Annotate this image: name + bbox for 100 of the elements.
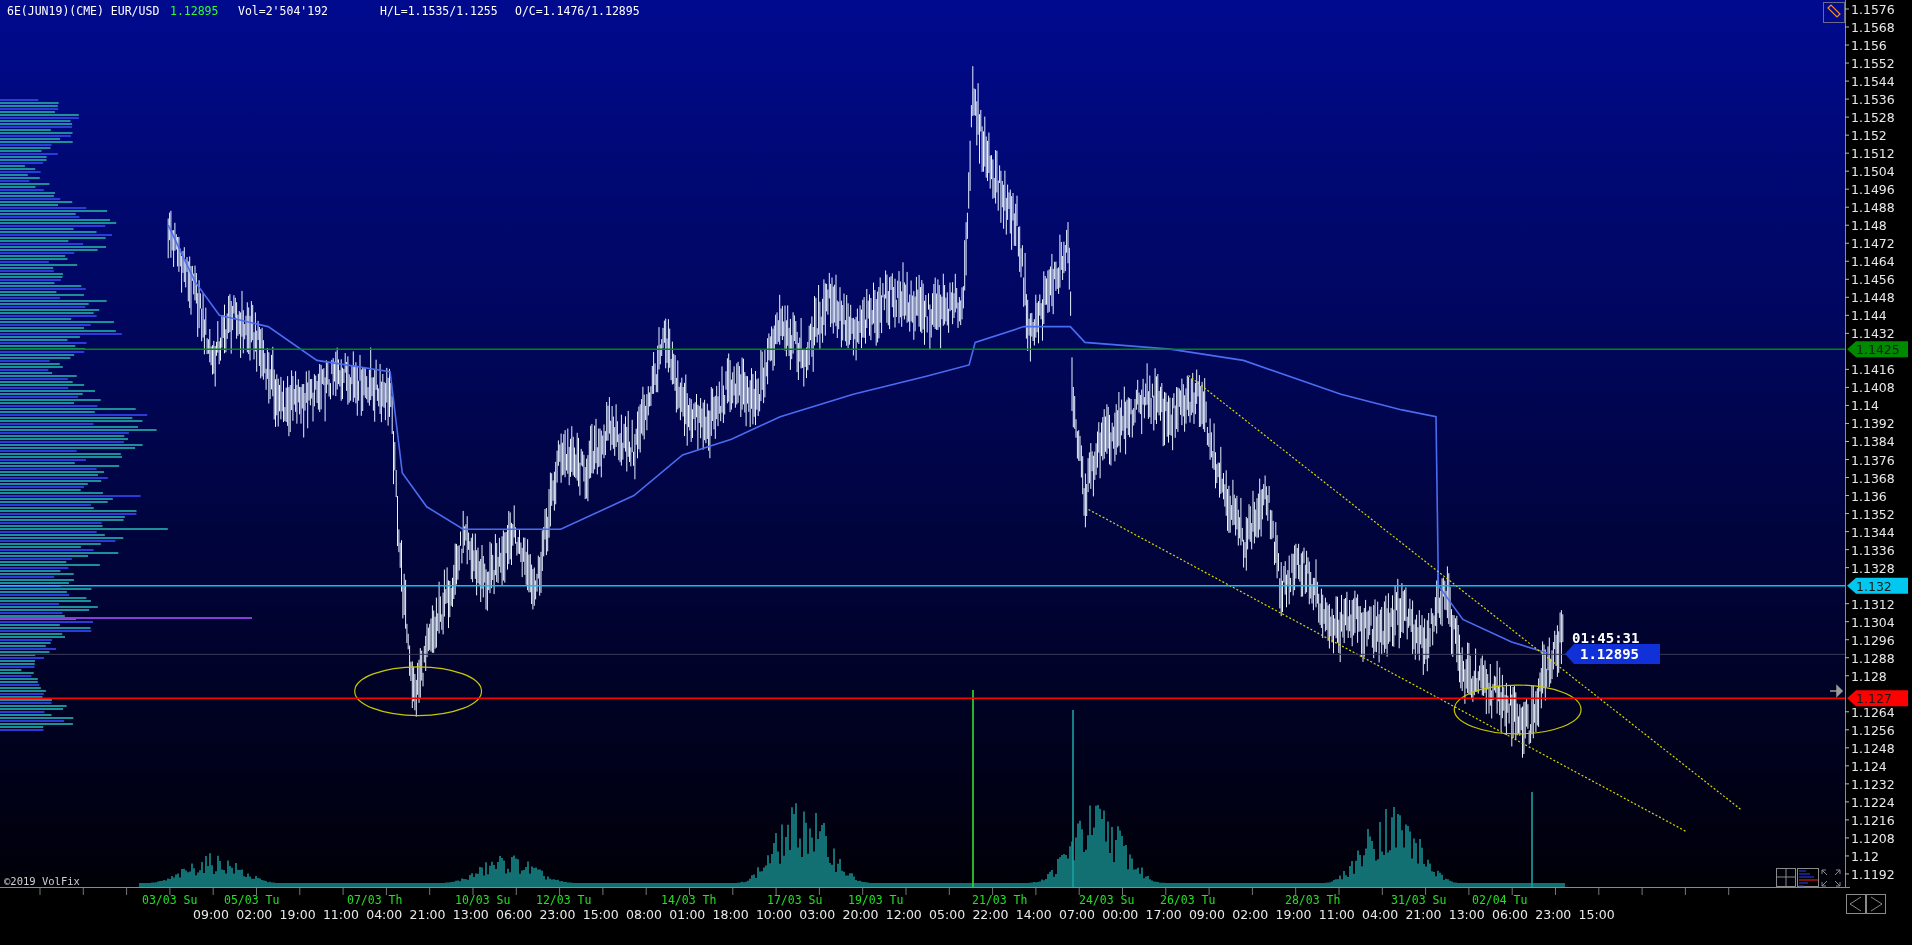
time-label: 19:00 xyxy=(1275,907,1312,922)
high-low-label: H/L=1.1535/1.1255 xyxy=(380,4,498,18)
price-axis-label: 1.12 xyxy=(1851,848,1879,864)
price-axis-label: 1.1352 xyxy=(1851,506,1895,522)
price-axis-label: 1.1264 xyxy=(1851,704,1895,720)
price-axis-label: 1.1552 xyxy=(1851,56,1895,72)
price-axis-label: 1.1536 xyxy=(1851,92,1895,108)
time-label: 02:00 xyxy=(236,907,273,922)
date-label: 12/03 Tu xyxy=(536,893,592,907)
price-level-label: 1.1425 xyxy=(1856,342,1900,358)
price-axis-label: 1.1544 xyxy=(1851,74,1895,90)
price-axis-label: 1.1296 xyxy=(1851,632,1895,648)
copyright-label: ©2019 VolFix xyxy=(4,875,80,887)
current-price-tag: 1.12895 xyxy=(1565,644,1660,664)
time-label: 20:00 xyxy=(842,907,879,922)
profile-icon[interactable] xyxy=(1797,868,1819,887)
price-axis-label: 1.1408 xyxy=(1851,380,1895,396)
time-label: 14:00 xyxy=(1015,907,1052,922)
price-axis-label: 1.1472 xyxy=(1851,236,1895,252)
price-level-label: 1.132 xyxy=(1856,578,1892,594)
date-label: 05/03 Tu xyxy=(224,893,280,907)
time-label: 21:00 xyxy=(1405,907,1442,922)
price-axis-label: 1.1528 xyxy=(1851,110,1895,126)
time-label: 10:00 xyxy=(755,907,792,922)
price-axis-label: 1.14 xyxy=(1851,398,1879,414)
price-axis-label: 1.1312 xyxy=(1851,596,1895,612)
price-axis-label: 1.1384 xyxy=(1851,434,1895,450)
date-label: 07/03 Th xyxy=(347,893,403,907)
price-axis-label: 1.1464 xyxy=(1851,254,1895,270)
price-axis-label: 1.152 xyxy=(1851,128,1887,144)
price-axis-label: 1.1192 xyxy=(1851,866,1895,882)
date-label: 24/03 Su xyxy=(1079,893,1135,907)
price-axis-label: 1.1416 xyxy=(1851,362,1895,378)
last-price: 1.12895 xyxy=(170,4,219,18)
scroll-left-button[interactable] xyxy=(1846,894,1866,914)
time-label: 00:00 xyxy=(1102,907,1139,922)
time-label: 18:00 xyxy=(712,907,749,922)
time-label: 21:00 xyxy=(409,907,446,922)
price-axis-label: 1.1576 xyxy=(1851,2,1895,17)
time-label: 22:00 xyxy=(972,907,1009,922)
price-axis-label: 1.1432 xyxy=(1851,326,1895,342)
price-axis-label: 1.1304 xyxy=(1851,614,1895,630)
date-label: 17/03 Su xyxy=(767,893,823,907)
tag-icon[interactable] xyxy=(1823,2,1845,23)
date-label: 26/03 Tu xyxy=(1160,893,1216,907)
date-label: 21/03 Th xyxy=(972,893,1028,907)
price-axis-label: 1.156 xyxy=(1851,38,1887,54)
time-label: 07:00 xyxy=(1059,907,1096,922)
time-label: 11:00 xyxy=(322,907,359,922)
price-axis-label: 1.1448 xyxy=(1851,290,1895,306)
time-label: 06:00 xyxy=(496,907,533,922)
time-label: 09:00 xyxy=(193,907,230,922)
time-label: 03:00 xyxy=(799,907,836,922)
time-label: 15:00 xyxy=(1578,907,1615,922)
time-label: 04:00 xyxy=(366,907,403,922)
time-label: 13:00 xyxy=(1448,907,1485,922)
time-label: 08:00 xyxy=(626,907,663,922)
time-label: 13:00 xyxy=(452,907,489,922)
price-axis-label: 1.1232 xyxy=(1851,776,1895,792)
price-axis-label: 1.1568 xyxy=(1851,20,1895,35)
price-axis-label: 1.1256 xyxy=(1851,722,1895,738)
price-axis-label: 1.1328 xyxy=(1851,560,1895,576)
volume-label: Vol=2'504'192 xyxy=(238,4,328,18)
price-level-label: 1.127 xyxy=(1856,691,1892,707)
time-label: 17:00 xyxy=(1145,907,1182,922)
time-label: 11:00 xyxy=(1318,907,1355,922)
price-axis-label: 1.1336 xyxy=(1851,542,1895,558)
open-close-label: O/C=1.1476/1.12895 xyxy=(515,4,640,18)
time-label: 23:00 xyxy=(539,907,576,922)
price-axis-label: 1.136 xyxy=(1851,488,1887,504)
price-axis-label: 1.128 xyxy=(1851,668,1887,684)
time-label: 23:00 xyxy=(1535,907,1572,922)
time-label: 19:00 xyxy=(279,907,316,922)
price-marker-icon xyxy=(1829,685,1844,697)
scroll-right-button[interactable] xyxy=(1866,894,1886,914)
date-label: 31/03 Su xyxy=(1391,893,1447,907)
symbol-label: 6E(JUN19)(CME) EUR/USD xyxy=(7,4,160,18)
grid-icon[interactable] xyxy=(1776,868,1796,887)
date-label: 10/03 Su xyxy=(455,893,511,907)
time-label: 05:00 xyxy=(929,907,966,922)
time-label: 06:00 xyxy=(1492,907,1529,922)
expand-icon[interactable] xyxy=(1821,869,1841,887)
date-label: 28/03 Th xyxy=(1285,893,1341,907)
price-axis-label: 1.1496 xyxy=(1851,182,1895,198)
price-axis-label: 1.1376 xyxy=(1851,452,1895,468)
price-axis-label: 1.1248 xyxy=(1851,740,1895,756)
date-label: 02/04 Tu xyxy=(1472,893,1528,907)
price-axis-label: 1.1288 xyxy=(1851,650,1895,666)
time-label: 09:00 xyxy=(1188,907,1225,922)
price-axis-label: 1.1208 xyxy=(1851,830,1895,846)
date-label: 03/03 Su xyxy=(142,893,198,907)
price-axis-label: 1.124 xyxy=(1851,758,1887,774)
date-label: 19/03 Tu xyxy=(848,893,904,907)
countdown-timer: 01:45:31 xyxy=(1572,630,1640,646)
price-axis-label: 1.1456 xyxy=(1851,272,1895,288)
price-axis-label: 1.1392 xyxy=(1851,416,1895,432)
time-label: 02:00 xyxy=(1232,907,1269,922)
price-axis-label: 1.1512 xyxy=(1851,146,1895,162)
date-label: 14/03 Th xyxy=(661,893,717,907)
price-axis-label: 1.1344 xyxy=(1851,524,1895,540)
